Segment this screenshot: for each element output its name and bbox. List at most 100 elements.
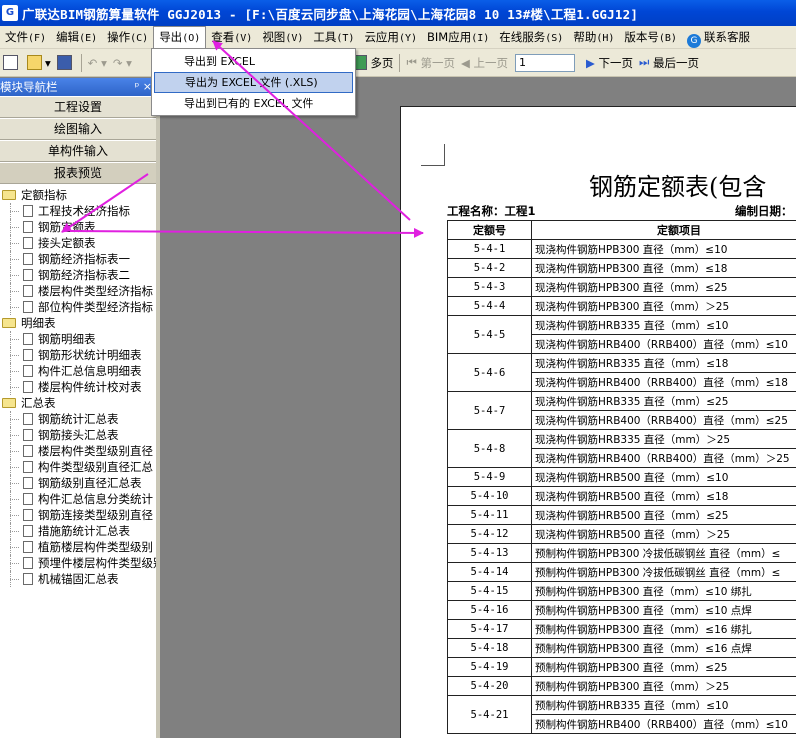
next-page-button[interactable]: ▶ 下一页 — [583, 52, 636, 74]
undo-icon: ↶ ▾ — [87, 55, 107, 70]
menu-2[interactable]: 操作(C) — [102, 27, 153, 48]
report-doc-icon — [23, 205, 33, 217]
quota-code-cell: 5-4-12 — [447, 524, 532, 544]
tree-item-label: 楼层构件类型级别直径 — [38, 444, 153, 458]
quota-item-cell: 现浇构件钢筋HRB335 直径（mm）＞25 — [531, 429, 796, 449]
redo-icon: ↷ ▾ — [112, 55, 132, 70]
quota-item-cell: 现浇构件钢筋HRB500 直径（mm）≤10 — [531, 467, 796, 487]
quota-code-cell: 5-4-17 — [447, 619, 532, 639]
save-button[interactable] — [54, 52, 78, 74]
prev-page-button[interactable]: ◀ 上一页 — [458, 52, 511, 74]
tree-item[interactable]: 机械锚固汇总表 — [0, 571, 156, 587]
first-page-button[interactable]: ⏮ 第一页 — [403, 52, 458, 74]
menu-5[interactable]: 视图(V) — [257, 27, 308, 48]
table-row: 5-4-1 现浇构件钢筋HPB300 直径（mm）≤10 — [447, 239, 796, 259]
tree-item[interactable]: 构件汇总信息明细表 — [0, 363, 156, 379]
page-number-input[interactable]: 1 — [514, 53, 575, 72]
tree-item[interactable]: 楼层构件类型经济指标 — [0, 283, 156, 299]
menu-0[interactable]: 文件(F) — [0, 27, 51, 48]
tree-item[interactable]: 钢筋经济指标表一 — [0, 251, 156, 267]
contact-support-button[interactable]: G 联系客服 — [682, 27, 755, 48]
menu-1[interactable]: 编辑(E) — [51, 27, 102, 48]
tree-item[interactable]: 钢筋明细表 — [0, 331, 156, 347]
tree-item[interactable]: 工程技术经济指标 — [0, 203, 156, 219]
nav-button[interactable]: 绘图输入 — [0, 118, 156, 140]
tree-folder[interactable]: 汇总表 — [0, 395, 156, 411]
quota-item-cell: 现浇构件钢筋HPB300 直径（mm）≤10 — [531, 239, 796, 259]
nav-button[interactable]: 单构件输入 — [0, 140, 156, 162]
tree-item[interactable]: 楼层构件统计校对表 — [0, 379, 156, 395]
menu-shortcut: (V) — [234, 32, 253, 44]
menu-label: 操作 — [107, 29, 131, 44]
table-row: 5-4-12 现浇构件钢筋HRB500 直径（mm）＞25 — [447, 524, 796, 544]
undo-button[interactable]: ↶ ▾ — [85, 52, 110, 74]
tree-item[interactable]: 构件类型级别直径汇总 — [0, 459, 156, 475]
tree-item[interactable]: 钢筋形状统计明细表 — [0, 347, 156, 363]
open-file-button[interactable]: ▾ — [24, 52, 54, 74]
tree-folder[interactable]: 定额指标 — [0, 187, 156, 203]
tree-item[interactable]: 钢筋连接类型级别直径 — [0, 507, 156, 523]
report-doc-icon — [23, 509, 33, 521]
menu-shortcut: (H) — [596, 32, 615, 44]
tree-item[interactable]: 接头定额表 — [0, 235, 156, 251]
export-menu-item[interactable]: 导出为 EXCEL 文件 (.XLS) — [154, 72, 353, 93]
last-page-button[interactable]: ⏭ 最后一页 — [636, 52, 702, 74]
menu-11[interactable]: 版本号(B) — [619, 27, 682, 48]
tree-folder[interactable]: 明细表 — [0, 315, 156, 331]
tree-item[interactable]: 预埋件楼层构件类型级别 — [0, 555, 156, 571]
tree-item-label: 钢筋明细表 — [38, 332, 96, 346]
redo-button[interactable]: ↷ ▾ — [110, 52, 135, 74]
support-label: 联系客服 — [703, 29, 750, 44]
report-doc-icon — [23, 525, 33, 537]
menu-7[interactable]: 云应用(Y) — [359, 27, 422, 48]
tree-item-label: 钢筋级别直径汇总表 — [38, 476, 142, 490]
quota-item-cell: 现浇构件钢筋HRB335 直径（mm）≤18 — [531, 353, 796, 373]
tree-item-label: 钢筋定额表 — [38, 220, 96, 234]
export-menu-item[interactable]: 导出到已有的 EXCEL 文件 — [154, 93, 353, 114]
tree-item[interactable]: 钢筋经济指标表二 — [0, 267, 156, 283]
quota-code-cell: 5-4-18 — [447, 638, 532, 658]
menu-label: 工具 — [313, 29, 337, 44]
quota-code-cell: 5-4-7 — [447, 391, 532, 430]
table-row: 5-4-5 现浇构件钢筋HRB335 直径（mm）≤10 — [447, 315, 796, 354]
nav-panel-header: 模块导航栏 ᵖ × — [0, 78, 156, 96]
nav-button[interactable]: 报表预览 — [0, 162, 156, 184]
tree-item[interactable]: 钢筋定额表 — [0, 219, 156, 235]
quota-code-cell: 5-4-13 — [447, 543, 532, 563]
menu-10[interactable]: 帮助(H) — [568, 27, 619, 48]
report-doc-icon — [23, 413, 33, 425]
tree-item[interactable]: 植筋楼层构件类型级别 — [0, 539, 156, 555]
menu-label: 视图 — [262, 29, 286, 44]
report-doc-icon — [23, 461, 33, 473]
menu-shortcut: (Y) — [398, 32, 417, 44]
last-page-label: 最后一页 — [652, 55, 699, 70]
menu-4[interactable]: 查看(V) — [206, 27, 257, 48]
tree-item[interactable]: 钢筋接头汇总表 — [0, 427, 156, 443]
quota-code-cell: 5-4-6 — [447, 353, 532, 392]
menu-9[interactable]: 在线服务(S) — [494, 27, 568, 48]
tree-item[interactable]: 楼层构件类型级别直径 — [0, 443, 156, 459]
tree-item[interactable]: 钢筋统计汇总表 — [0, 411, 156, 427]
menu-3[interactable]: 导出(O) — [153, 25, 207, 49]
export-menu-item[interactable]: 导出到 EXCEL — [154, 51, 353, 72]
menu-6[interactable]: 工具(T) — [308, 27, 359, 48]
quota-code-cell: 5-4-14 — [447, 562, 532, 582]
report-doc-icon — [23, 477, 33, 489]
multi-page-button[interactable]: 多页 — [349, 52, 396, 74]
tree-item[interactable]: 部位构件类型经济指标 — [0, 299, 156, 315]
nav-button[interactable]: 工程设置 — [0, 96, 156, 118]
tree-folder-label: 汇总表 — [21, 396, 56, 410]
quota-code-cell: 5-4-3 — [447, 277, 532, 297]
menu-8[interactable]: BIM应用(I) — [422, 27, 494, 48]
menu-bar: 文件(F) 编辑(E) 操作(C) 导出(O) 查看(V) 视图(V) 工具(T) 云应用(Y… — [0, 25, 796, 49]
tree-item[interactable]: 钢筋级别直径汇总表 — [0, 475, 156, 491]
quota-item-cell: 现浇构件钢筋HRB400（RRB400）直径（mm）≤25 — [531, 410, 796, 430]
tree-item[interactable]: 构件汇总信息分类统计 — [0, 491, 156, 507]
tree-item[interactable]: 措施筋统计汇总表 — [0, 523, 156, 539]
table-row: 5-4-4 现浇构件钢筋HPB300 直径（mm）＞25 — [447, 296, 796, 316]
new-file-button[interactable] — [0, 52, 24, 74]
menu-shortcut: (I) — [471, 32, 490, 44]
menu-shortcut: (C) — [130, 32, 149, 44]
quota-code-cell: 5-4-21 — [447, 695, 532, 734]
table-row: 5-4-18 预制构件钢筋HPB300 直径（mm）≤16 点焊 — [447, 638, 796, 658]
